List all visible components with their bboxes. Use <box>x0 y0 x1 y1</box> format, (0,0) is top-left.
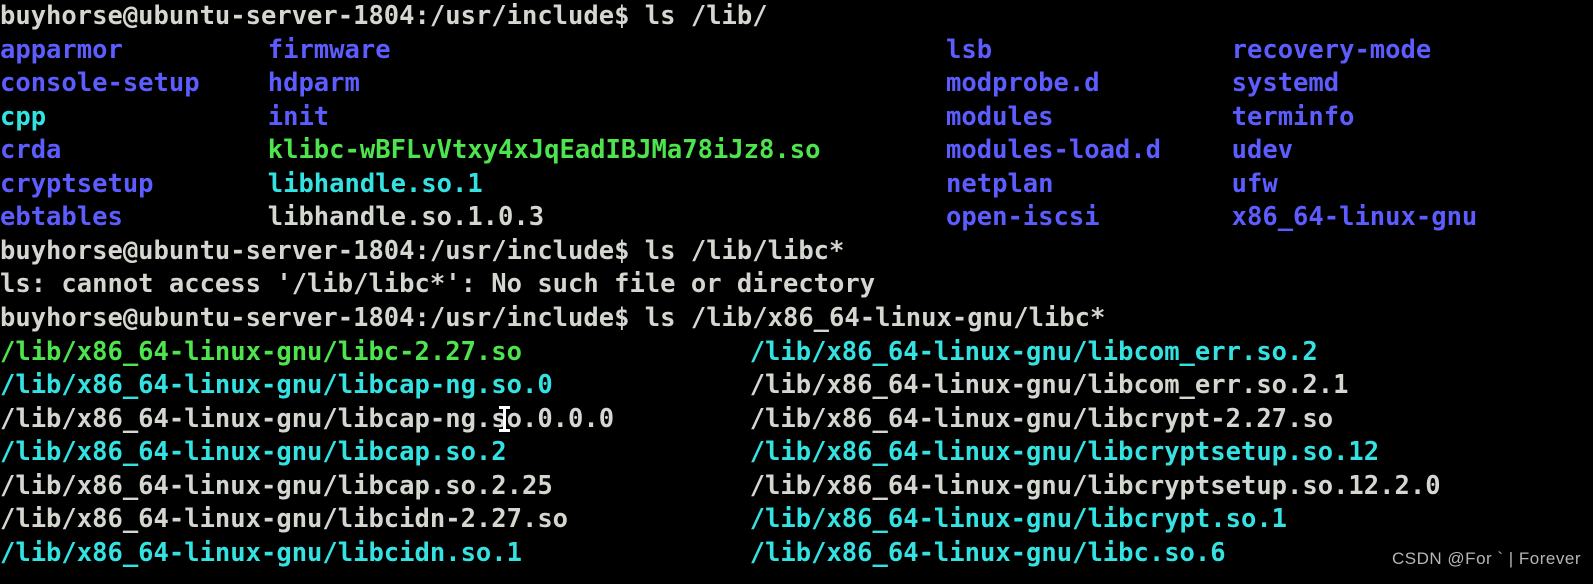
terminal-text-default: libhandle.so.1.0.3 <box>267 202 545 233</box>
terminal-text-symlink: libhandle.so.1 <box>267 168 483 199</box>
terminal-text-default: buyhorse@ubuntu-server-1804:/usr/include… <box>0 235 845 266</box>
terminal-line: buyhorse@ubuntu-server-1804:/usr/include… <box>0 302 1593 336</box>
terminal-text-directory: systemd <box>1231 68 1340 99</box>
terminal-text-directory: ebtables <box>0 202 123 233</box>
terminal-line: /lib/x86_64-linux-gnu/libc-2.27.so/lib/x… <box>0 336 1593 370</box>
terminal-text-directory: udev <box>1231 135 1294 166</box>
terminal-line: cryptsetup libhandle.so.1 netplan ufw <box>0 168 1593 202</box>
terminal-text-symlink: /lib/x86_64-linux-gnu/libc.so.6 <box>749 537 1226 568</box>
terminal-text-executable: /lib/x86_64-linux-gnu/libc-2.27.so <box>0 336 522 367</box>
terminal-text-directory: modules <box>946 101 1054 132</box>
terminal-text-default: /lib/x86_64-linux-gnu/libcom_err.so.2.1 <box>749 370 1349 401</box>
terminal-text-directory: terminfo <box>1231 101 1355 132</box>
terminal-window[interactable]: buyhorse@ubuntu-server-1804:/usr/include… <box>0 0 1593 584</box>
terminal-line: console-setup hdparm modprobe.d systemd <box>0 67 1593 101</box>
terminal-text-directory: cryptsetup <box>0 168 154 199</box>
terminal-text-default: /lib/x86_64-linux-gnu/libcap-ng.so.0.0.0 <box>0 403 615 434</box>
terminal-text-symlink: /lib/x86_64-linux-gnu/libcrypt.so.1 <box>749 504 1288 535</box>
terminal-text-default: /lib/x86_64-linux-gnu/libcap.so.2.25 <box>0 470 553 501</box>
terminal-line: /lib/x86_64-linux-gnu/libcap-ng.so.0/lib… <box>0 369 1593 403</box>
terminal-text-directory: firmware <box>267 34 391 65</box>
csdn-watermark: CSDN @For ` | Forever <box>1392 549 1581 569</box>
terminal-text-symlink: /lib/x86_64-linux-gnu/libcap-ng.so.0 <box>0 370 553 401</box>
terminal-line: buyhorse@ubuntu-server-1804:/usr/include… <box>0 235 1593 269</box>
terminal-text-default: /lib/x86_64-linux-gnu/libcryptsetup.so.1… <box>749 470 1441 501</box>
terminal-line: crda klibc-wBFLvVtxy4xJqEadIBJMa78iJz8.so… <box>0 134 1593 168</box>
terminal-text-directory: ufw <box>1231 168 1278 199</box>
terminal-text-directory: modules-load.d <box>946 135 1161 166</box>
terminal-line: buyhorse@ubuntu-server-1804:/usr/include… <box>0 0 1593 34</box>
terminal-line: /lib/x86_64-linux-gnu/libcap-ng.so.0.0.0… <box>0 403 1593 437</box>
terminal-line: /lib/x86_64-linux-gnu/libcap.so.2/lib/x8… <box>0 436 1593 470</box>
terminal-text-symlink: /lib/x86_64-linux-gnu/libcom_err.so.2 <box>749 336 1318 367</box>
terminal-text-symlink: /lib/x86_64-linux-gnu/libcryptsetup.so.1… <box>749 437 1380 468</box>
terminal-text-symlink: /lib/x86_64-linux-gnu/libcap.so.2 <box>0 437 507 468</box>
terminal-text-default: /lib/x86_64-linux-gnu/libcidn-2.27.so <box>0 504 569 535</box>
terminal-text-directory: init <box>267 101 330 132</box>
terminal-line: ls: cannot access '/lib/libc*': No such … <box>0 268 1593 302</box>
terminal-line: /lib/x86_64-linux-gnu/libcap.so.2.25/lib… <box>0 470 1593 504</box>
terminal-text-directory: console-setup <box>0 68 200 99</box>
terminal-text-symlink: cpp <box>0 101 47 132</box>
terminal-text-default: buyhorse@ubuntu-server-1804:/usr/include… <box>0 302 1106 333</box>
terminal-text-directory: modprobe.d <box>946 68 1100 99</box>
terminal-text-executable: klibc-wBFLvVtxy4xJqEadIBJMa78iJz8.so <box>267 135 821 166</box>
terminal-text-default: ls: cannot access '/lib/libc*': No such … <box>0 269 876 300</box>
terminal-text-directory: apparmor <box>0 34 123 65</box>
terminal-text-default: /lib/x86_64-linux-gnu/libcrypt-2.27.so <box>749 403 1334 434</box>
terminal-text-symlink: /lib/x86_64-linux-gnu/libcidn.so.1 <box>0 537 522 568</box>
terminal-text-default: buyhorse@ubuntu-server-1804:/usr/include… <box>0 1 768 31</box>
terminal-text-directory: netplan <box>946 168 1054 199</box>
terminal-line: /lib/x86_64-linux-gnu/libcidn-2.27.so/li… <box>0 503 1593 537</box>
terminal-text-directory: open-iscsi <box>946 202 1100 233</box>
terminal-text-directory: crda <box>0 135 62 166</box>
terminal-text-directory: recovery-mode <box>1231 34 1432 65</box>
terminal-text-directory: x86_64-linux-gnu <box>1231 202 1478 233</box>
terminal-line: cpp init modules terminfo <box>0 101 1593 135</box>
terminal-line: /lib/x86_64-linux-gnu/libcidn.so.1/lib/x… <box>0 537 1593 571</box>
terminal-line: apparmor firmware lsb recovery-mode <box>0 34 1593 68</box>
terminal-line: ebtables libhandle.so.1.0.3 open-iscsi x86_… <box>0 201 1593 235</box>
terminal-text-directory: lsb <box>946 34 993 65</box>
terminal-text-directory: hdparm <box>267 68 360 99</box>
